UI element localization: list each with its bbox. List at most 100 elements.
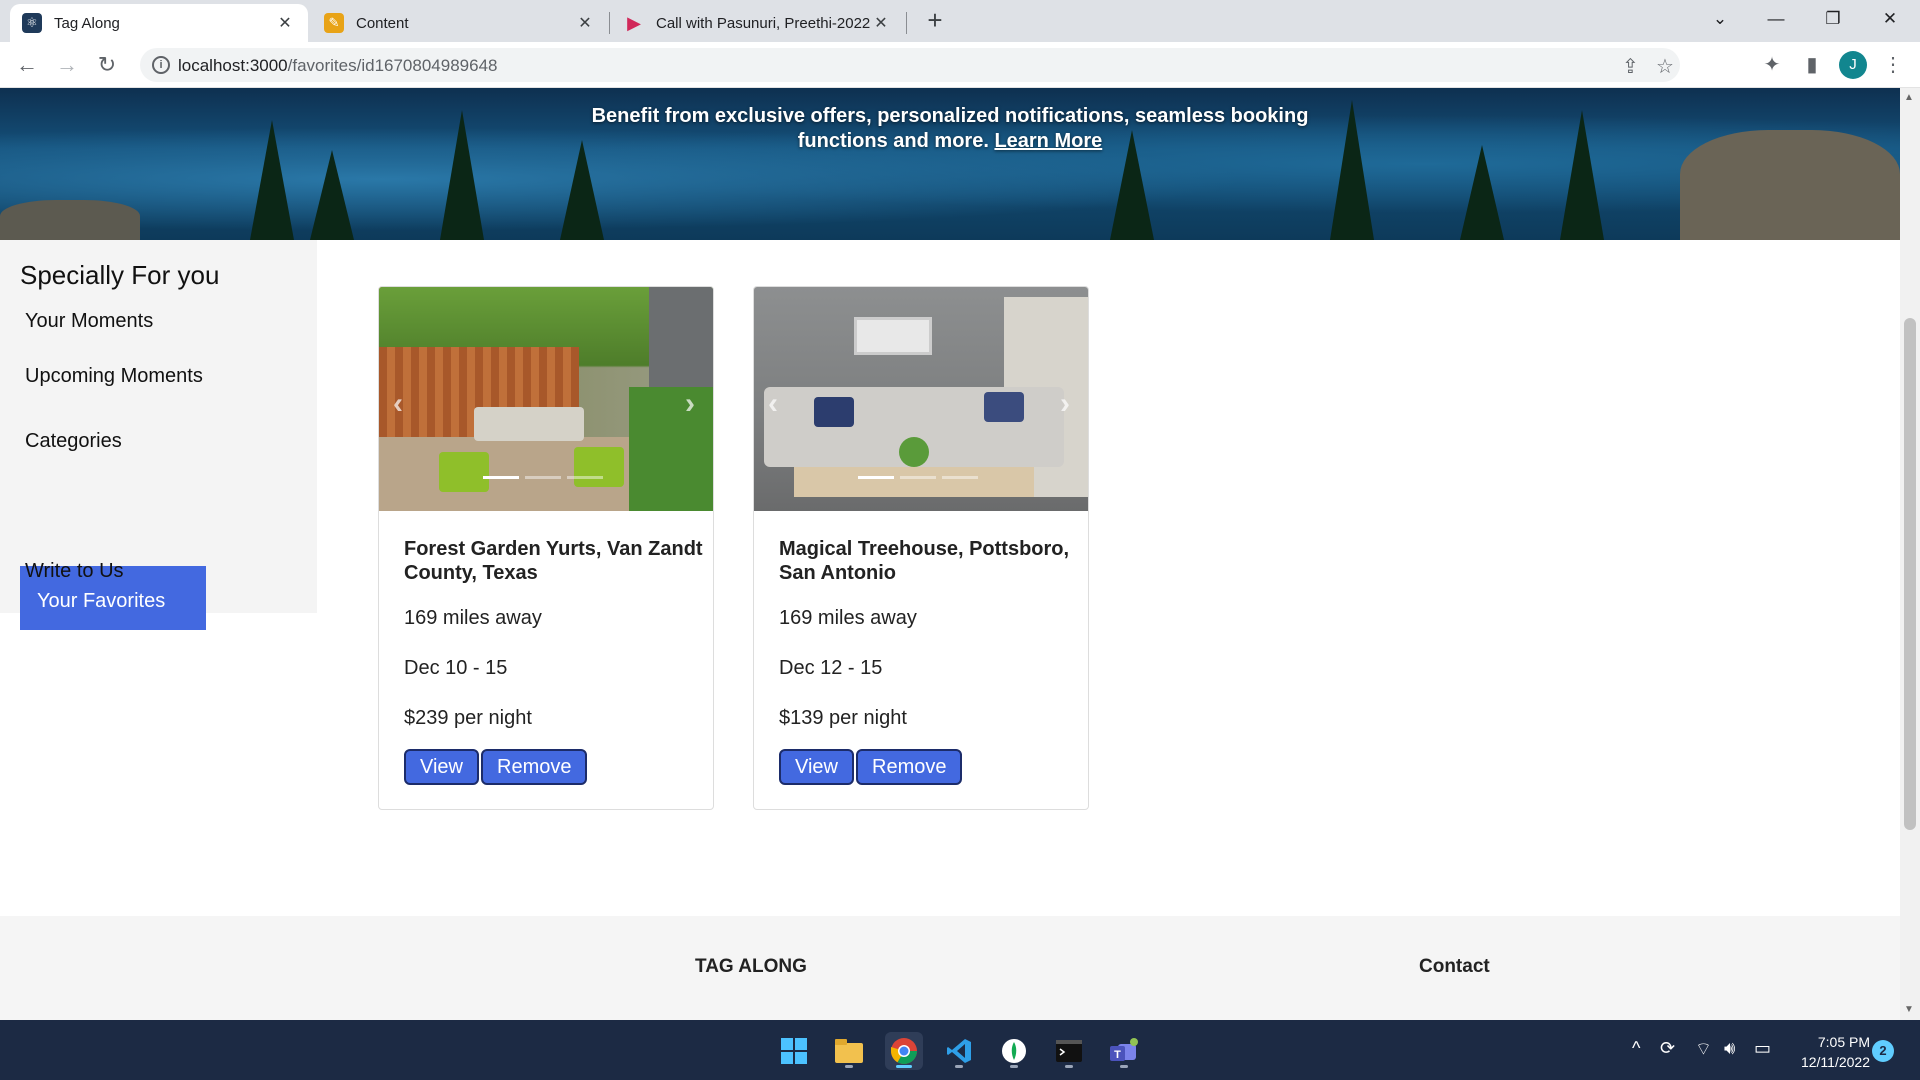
reload-icon[interactable]: ↻ — [92, 50, 122, 80]
browser-toolbar: ← → ↻ i localhost:3000/favorites/id16708… — [0, 42, 1920, 88]
extensions-icon[interactable]: ✦ — [1757, 50, 1787, 80]
listing-price: $239 per night — [404, 707, 532, 729]
chevron-left-icon[interactable]: ‹ — [393, 387, 403, 421]
sidebar-item-your-moments[interactable]: Your Moments — [25, 310, 153, 333]
share-icon[interactable]: ⇪ — [1622, 54, 1639, 79]
side-panel-icon[interactable]: ▮ — [1797, 50, 1827, 80]
favorite-card: ‹ › Forest Garden Yurts, Van Zandt Count… — [378, 286, 714, 810]
tab-call[interactable]: ▶ Call with Pasunuri, Preethi-2022 ✕ — [612, 4, 904, 42]
hero-text: Benefit from exclusive offers, personali… — [591, 105, 1309, 152]
listing-dates: Dec 12 - 15 — [779, 657, 883, 679]
listing-distance: 169 miles away — [404, 607, 542, 629]
new-tab-button[interactable]: + — [920, 6, 950, 36]
mongodb-compass-icon[interactable] — [995, 1032, 1033, 1070]
carousel-dot[interactable] — [858, 476, 894, 479]
profile-avatar[interactable]: J — [1839, 51, 1867, 79]
view-button[interactable]: View — [404, 749, 479, 785]
site-info-icon[interactable]: i — [152, 56, 170, 74]
tab-title: Content — [356, 14, 409, 32]
chevron-right-icon[interactable]: › — [1060, 387, 1070, 421]
listing-name: Forest Garden Yurts, Van Zandt County, T… — [404, 538, 703, 584]
chair-shape — [574, 447, 624, 487]
tab-search-icon[interactable]: ⌄ — [1692, 0, 1748, 38]
scroll-up-icon[interactable]: ▲ — [1904, 92, 1914, 103]
carousel-dot[interactable] — [900, 476, 936, 479]
clock[interactable]: 7:05 PM 12/11/2022 — [1790, 1032, 1870, 1072]
vscode-icon[interactable] — [940, 1032, 978, 1070]
close-icon[interactable]: ✕ — [574, 13, 596, 33]
tab-separator — [609, 12, 610, 34]
sidebar: Specially For you Your Moments Upcoming … — [0, 240, 317, 630]
chrome-icon[interactable] — [885, 1032, 923, 1070]
scrollbar-thumb[interactable] — [1904, 318, 1916, 830]
page-scrollbar[interactable]: ▲ ▼ — [1900, 88, 1920, 1020]
pillow-shape — [814, 397, 854, 427]
sofa-shape — [474, 407, 584, 441]
wifi-icon[interactable]: ⌔ — [1695, 1038, 1712, 1061]
teams-icon[interactable]: T — [1105, 1032, 1143, 1070]
restore-button[interactable]: ❐ — [1805, 0, 1861, 38]
listing-dates: Dec 10 - 15 — [404, 657, 508, 679]
tab-content[interactable]: ✎ Content ✕ — [312, 4, 608, 42]
volume-icon[interactable]: 🔊︎ — [1724, 1038, 1735, 1059]
table-shape — [794, 467, 1034, 497]
tree-shape — [1460, 145, 1504, 240]
back-icon[interactable]: ← — [12, 50, 42, 80]
tree-shape — [1560, 110, 1604, 240]
chevron-left-icon[interactable]: ‹ — [768, 387, 778, 421]
running-indicator — [1120, 1065, 1128, 1068]
address-bar[interactable]: i localhost:3000/favorites/id16708049896… — [140, 48, 1680, 82]
battery-icon[interactable]: ▭ — [1754, 1038, 1771, 1059]
view-button[interactable]: View — [779, 749, 854, 785]
rock-shape — [1680, 130, 1900, 240]
minimize-button[interactable]: — — [1748, 0, 1804, 38]
remove-button[interactable]: Remove — [856, 749, 963, 785]
tree-shape — [310, 150, 354, 240]
sync-icon[interactable]: ⟳ — [1660, 1038, 1675, 1059]
notification-badge[interactable]: 2 — [1872, 1040, 1894, 1062]
url-text[interactable]: localhost:3000/favorites/id1670804989648 — [178, 56, 497, 76]
windows-start-icon[interactable] — [775, 1032, 813, 1070]
clock-time: 7:05 PM — [1817, 1034, 1870, 1050]
sidebar-item-write-to-us[interactable]: Write to Us — [25, 560, 124, 583]
sidebar-title: Specially For you — [20, 260, 220, 290]
carousel-dot[interactable] — [525, 476, 561, 479]
plant-shape — [899, 437, 929, 467]
card-image-carousel[interactable]: ‹ › — [379, 287, 713, 511]
hero-banner: Benefit from exclusive offers, personali… — [0, 88, 1900, 240]
tab-strip: ⚛ Tag Along ✕ ✎ Content ✕ ▶ Call with Pa… — [0, 0, 1920, 42]
sidebar-item-upcoming-moments[interactable]: Upcoming Moments — [25, 365, 203, 388]
chevron-right-icon[interactable]: › — [685, 387, 695, 421]
terminal-icon[interactable] — [1050, 1032, 1088, 1070]
show-hidden-icons-icon[interactable]: ^ — [1632, 1038, 1640, 1059]
footer-contact-heading: Contact — [1419, 956, 1490, 977]
scroll-down-icon[interactable]: ▼ — [1904, 1004, 1914, 1015]
taskbar: T ^ ⟳ ⌔ 🔊︎ ▭ 7:05 PM 12/11/2022 2 — [0, 1020, 1920, 1080]
menu-icon[interactable]: ⋮ — [1878, 50, 1908, 80]
card-image-carousel[interactable]: ‹ › — [754, 287, 1088, 511]
tab-title: Tag Along — [54, 14, 120, 32]
running-indicator — [845, 1065, 853, 1068]
carousel-indicators — [858, 476, 978, 479]
bookmark-star-icon[interactable]: ☆ — [1656, 54, 1674, 79]
rock-shape — [0, 200, 140, 240]
favorite-card: ‹ › Magical Treehouse, Pottsboro, San An… — [753, 286, 1089, 810]
footer-brand: TAG ALONG — [695, 956, 807, 977]
url-host: localhost:3000 — [178, 56, 288, 75]
sidebar-item-categories[interactable]: Categories — [25, 430, 122, 453]
carousel-dot[interactable] — [942, 476, 978, 479]
chair-shape — [439, 452, 489, 492]
learn-more-link[interactable]: Learn More — [994, 130, 1102, 152]
file-explorer-icon[interactable] — [830, 1032, 868, 1070]
listing-name: Magical Treehouse, Pottsboro, San Antoni… — [779, 538, 1070, 584]
tab-tag-along[interactable]: ⚛ Tag Along ✕ — [10, 4, 308, 42]
running-indicator — [1065, 1065, 1073, 1068]
forward-icon[interactable]: → — [52, 50, 82, 80]
carousel-dot[interactable] — [567, 476, 603, 479]
close-icon[interactable]: ✕ — [870, 13, 892, 33]
close-window-button[interactable]: ✕ — [1862, 0, 1918, 38]
carousel-dot[interactable] — [483, 476, 519, 479]
close-icon[interactable]: ✕ — [274, 13, 296, 33]
remove-button[interactable]: Remove — [481, 749, 588, 785]
tab-title: Call with Pasunuri, Preethi-2022 — [656, 14, 870, 32]
